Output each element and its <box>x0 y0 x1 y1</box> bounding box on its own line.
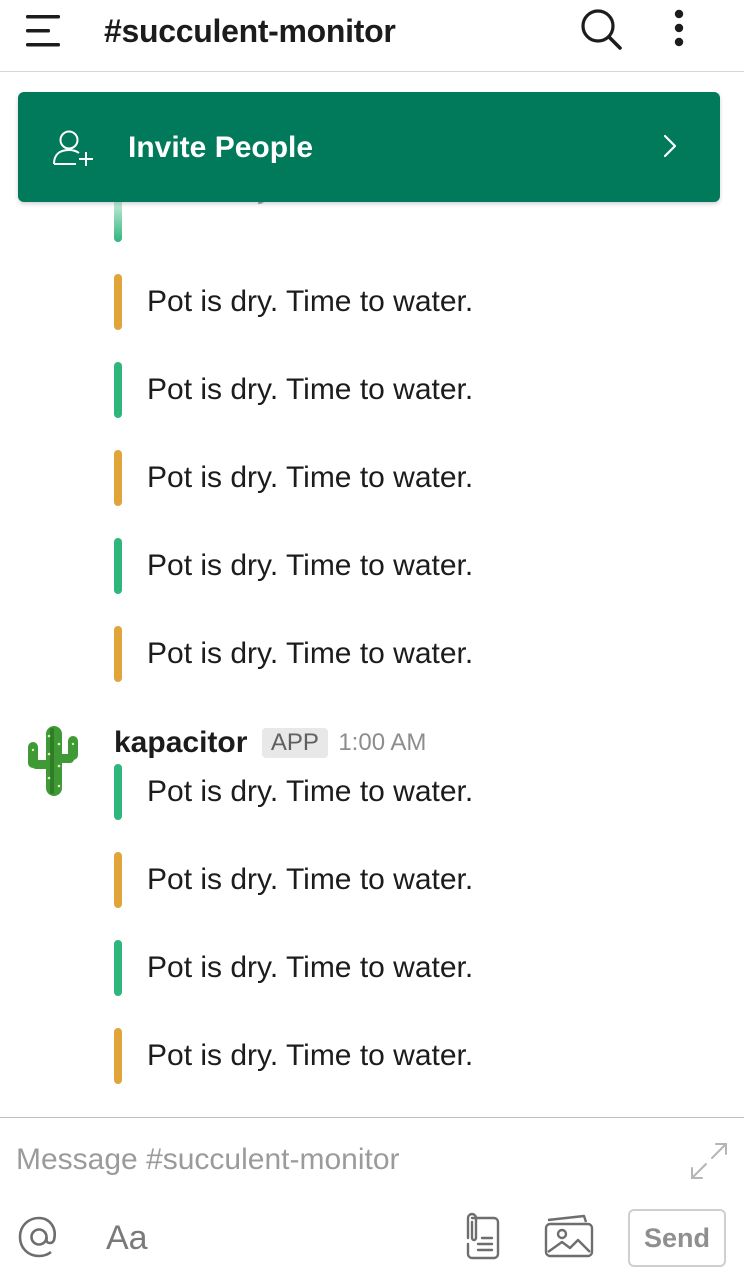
attachment-color-bar <box>114 362 122 418</box>
attachment-text: Pot is dry. Time to water. <box>147 461 474 494</box>
message-attachment[interactable]: Pot is dry. Time to water. <box>114 450 714 506</box>
app-badge: APP <box>261 728 328 758</box>
attachment-color-bar <box>114 764 122 820</box>
chevron-right-icon <box>663 134 677 158</box>
attachment-color-bar <box>114 940 122 996</box>
channel-header: #succulent-monitor <box>0 0 744 72</box>
attachment-text: Pot is dry. Time to water. <box>147 202 473 208</box>
attachment-color-bar <box>114 450 122 506</box>
attachment-color-bar <box>114 274 122 330</box>
message-attachment[interactable]: Pot is dry. Time to water. <box>114 362 714 418</box>
message-input[interactable] <box>16 1138 666 1182</box>
file-icon[interactable] <box>458 1210 502 1260</box>
mention-icon[interactable] <box>16 1214 62 1260</box>
attachment-color-bar <box>114 538 122 594</box>
text-format-button[interactable]: Aa <box>106 1218 148 1258</box>
message-attachment[interactable]: Pot is dry. Time to water. <box>114 626 714 682</box>
attachment-text: Pot is dry. Time to water. <box>147 775 474 808</box>
attachment-text: Pot is dry. Time to water. <box>147 637 474 670</box>
sender-name[interactable]: kapacitor <box>114 726 247 759</box>
message-attachment[interactable]: Pot is dry. Time to water. <box>114 764 714 820</box>
message-attachment[interactable]: Pot is dry. Time to water. <box>114 274 714 330</box>
add-person-icon <box>53 130 93 166</box>
more-vertical-icon[interactable] <box>664 8 694 50</box>
message-header: kapacitor APP 1:00 AM <box>114 724 426 764</box>
message-composer: Aa Send <box>0 1117 744 1278</box>
attachment-text: Pot is dry. Time to water. <box>147 1039 474 1072</box>
attachment-text: Pot is dry. Time to water. <box>147 373 474 406</box>
channel-title[interactable]: #succulent-monitor <box>104 12 396 50</box>
attachment-text: Pot is dry. Time to water. <box>147 285 474 318</box>
image-icon[interactable] <box>540 1212 596 1258</box>
attachment-text: Pot is dry. Time to water. <box>147 863 474 896</box>
message-attachment[interactable]: Pot is dry. Time to water. <box>114 538 714 594</box>
attachment-color-bar <box>114 202 122 242</box>
search-icon[interactable] <box>578 6 624 52</box>
cactus-avatar-icon[interactable] <box>22 722 86 798</box>
attachment-color-bar <box>114 626 122 682</box>
invite-people-label: Invite People <box>128 131 314 164</box>
message-timestamp: 1:00 AM <box>338 729 427 756</box>
message-attachment[interactable]: Pot is dry. Time to water. <box>114 1028 714 1084</box>
expand-icon[interactable] <box>690 1142 728 1180</box>
attachment-color-bar <box>114 1028 122 1084</box>
message-attachment[interactable]: Pot is dry. Time to water. <box>114 940 714 996</box>
send-button[interactable]: Send <box>628 1209 726 1267</box>
menu-icon[interactable] <box>24 12 64 50</box>
attachment-text: Pot is dry. Time to water. <box>147 951 474 984</box>
message-attachment[interactable]: Pot is dry. Time to water. <box>114 202 714 242</box>
message-attachment[interactable]: Pot is dry. Time to water. <box>114 852 714 908</box>
attachment-color-bar <box>114 852 122 908</box>
attachment-text: Pot is dry. Time to water. <box>147 549 474 582</box>
message-list[interactable]: Pot is dry. Time to water. Pot is dry. Ti… <box>0 202 744 1117</box>
invite-people-banner[interactable]: Invite People <box>18 92 720 202</box>
